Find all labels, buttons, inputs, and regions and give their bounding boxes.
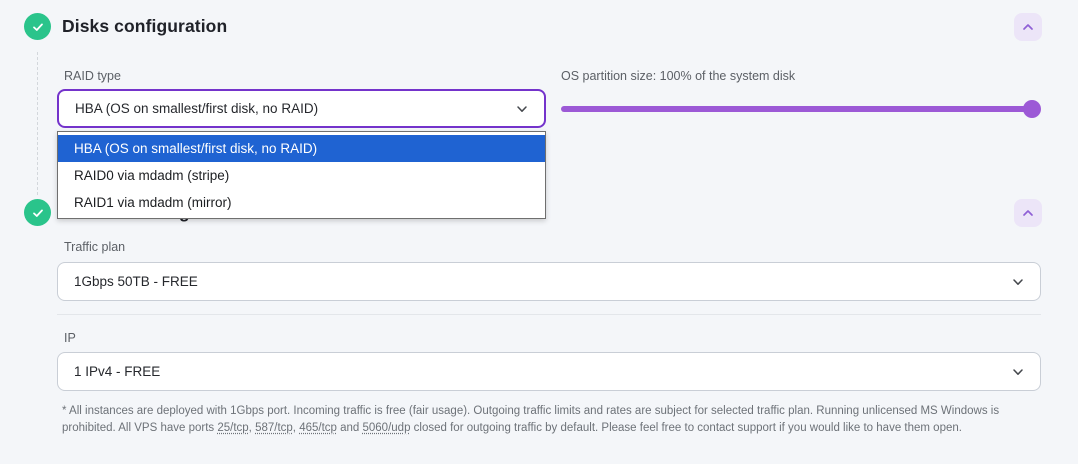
chevron-up-icon xyxy=(1021,206,1035,220)
os-partition-size-slider[interactable] xyxy=(561,100,1039,118)
note-sep: and xyxy=(337,422,363,434)
chevron-up-icon xyxy=(1021,20,1035,34)
raid-type-label: RAID type xyxy=(64,69,121,83)
raid-option-hba[interactable]: HBA (OS on smallest/first disk, no RAID) xyxy=(58,135,545,162)
ip-label: IP xyxy=(64,331,76,345)
raid-option-raid0[interactable]: RAID0 via mdadm (stripe) xyxy=(58,162,545,189)
note-part2: closed for outgoing traffic by default. … xyxy=(410,422,961,434)
raid-type-dropdown-list: HBA (OS on smallest/first disk, no RAID)… xyxy=(57,131,546,219)
port-25-tcp: 25/tcp xyxy=(217,422,248,434)
raid-type-selected-value: HBA (OS on smallest/first disk, no RAID) xyxy=(75,101,318,116)
port-5060-udp: 5060/udp xyxy=(363,422,411,434)
disks-section-collapse-button[interactable] xyxy=(1014,13,1042,41)
ip-select[interactable]: 1 IPv4 - FREE xyxy=(57,352,1041,391)
traffic-plan-label: Traffic plan xyxy=(64,240,125,254)
section-connector-line xyxy=(37,52,38,195)
check-icon xyxy=(31,20,45,34)
disks-section-status-icon xyxy=(24,13,51,40)
port-465-tcp: 465/tcp xyxy=(299,422,337,434)
raid-type-select[interactable]: HBA (OS on smallest/first disk, no RAID) xyxy=(57,89,546,128)
traffic-plan-select[interactable]: 1Gbps 50TB - FREE xyxy=(57,262,1041,301)
port-587-tcp: 587/tcp xyxy=(255,422,293,434)
chevron-down-icon xyxy=(1012,276,1024,288)
network-section-collapse-button[interactable] xyxy=(1014,199,1042,227)
chevron-down-icon xyxy=(516,103,528,115)
disks-network-config-panel: Disks configuration RAID type HBA (OS on… xyxy=(0,0,1078,464)
slider-thumb[interactable] xyxy=(1023,100,1041,118)
slider-track[interactable] xyxy=(561,106,1039,112)
ip-selected-value: 1 IPv4 - FREE xyxy=(74,364,160,379)
check-icon xyxy=(31,206,45,220)
traffic-disclaimer-note: * All instances are deployed with 1Gbps … xyxy=(62,403,1044,437)
traffic-plan-selected-value: 1Gbps 50TB - FREE xyxy=(74,274,198,289)
field-divider xyxy=(57,314,1041,315)
network-section-status-icon xyxy=(24,199,51,226)
os-partition-size-label: OS partition size: 100% of the system di… xyxy=(561,69,795,83)
disks-section-title: Disks configuration xyxy=(62,16,227,37)
raid-option-raid1[interactable]: RAID1 via mdadm (mirror) xyxy=(58,189,545,216)
chevron-down-icon xyxy=(1012,366,1024,378)
